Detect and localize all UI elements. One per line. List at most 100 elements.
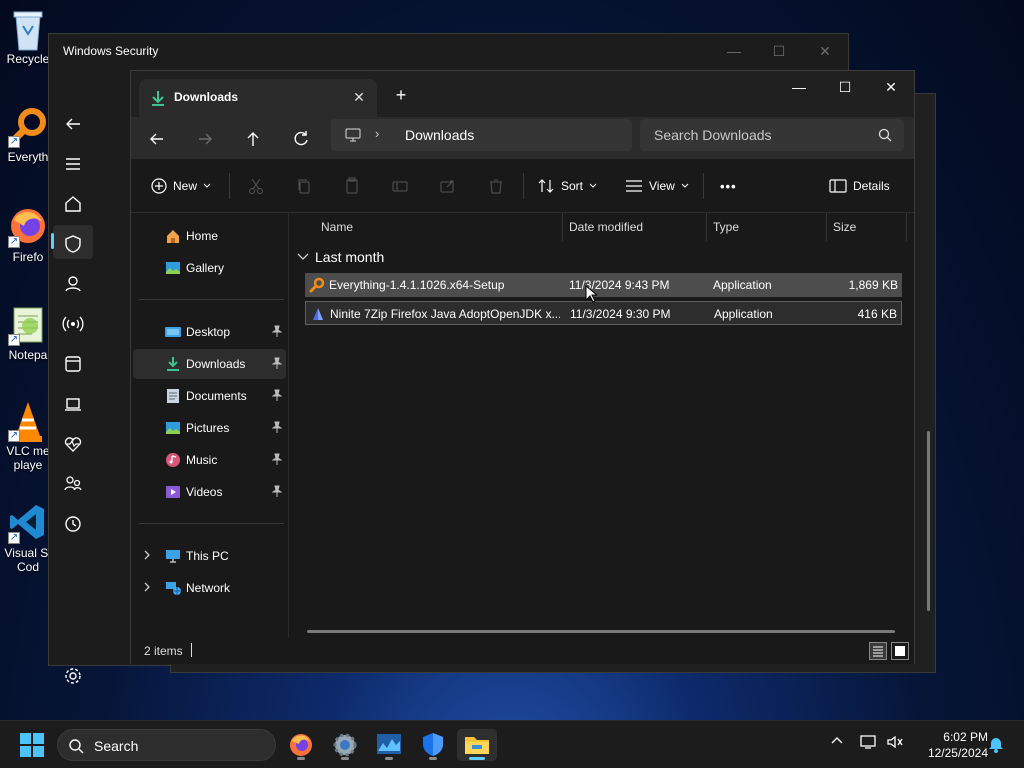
search-box[interactable] bbox=[640, 119, 904, 151]
new-tab-button[interactable]: + bbox=[389, 85, 413, 107]
device-health-icon[interactable] bbox=[61, 432, 85, 456]
network-status-button[interactable] bbox=[860, 734, 878, 750]
nav-item-network[interactable]: Network bbox=[133, 573, 286, 603]
pin-icon[interactable] bbox=[272, 357, 282, 369]
up-button[interactable] bbox=[239, 126, 267, 152]
group-header[interactable]: Last month bbox=[297, 249, 384, 265]
pin-icon[interactable] bbox=[272, 453, 282, 465]
file-date: 11/3/2024 9:30 PM bbox=[570, 307, 671, 321]
chevron-right-icon[interactable] bbox=[143, 581, 153, 593]
nav-item-this-pc[interactable]: This PC bbox=[133, 541, 286, 571]
notifications-button[interactable] bbox=[988, 735, 1004, 753]
nav-item-documents[interactable]: Documents bbox=[133, 381, 286, 411]
taskbar-resource-monitor[interactable] bbox=[369, 729, 409, 761]
pin-icon[interactable] bbox=[272, 325, 282, 337]
volume-muted-icon bbox=[887, 735, 903, 749]
protection-history-icon[interactable] bbox=[61, 512, 85, 536]
nav-item-pictures[interactable]: Pictures bbox=[133, 413, 286, 443]
paste-button[interactable] bbox=[343, 174, 361, 198]
column-header-date[interactable]: Date modified bbox=[563, 213, 707, 241]
downloads-folder-icon bbox=[165, 356, 181, 372]
nav-item-gallery[interactable]: Gallery bbox=[133, 253, 286, 283]
pin-icon[interactable] bbox=[272, 421, 282, 433]
pin-icon[interactable] bbox=[272, 389, 282, 401]
file-name: Ninite 7Zip Firefox Java AdoptOpenJDK x.… bbox=[330, 307, 560, 321]
rename-button[interactable] bbox=[391, 174, 409, 198]
horizontal-scrollbar[interactable] bbox=[307, 630, 895, 633]
column-header-size[interactable]: Size bbox=[827, 213, 907, 241]
running-indicator bbox=[469, 757, 485, 760]
account-icon[interactable] bbox=[61, 272, 85, 296]
nav-item-music[interactable]: Music bbox=[133, 445, 286, 475]
clock[interactable]: 6:02 PM 12/25/2024 bbox=[918, 729, 988, 761]
copy-icon bbox=[298, 179, 310, 194]
new-button-label: New bbox=[173, 179, 198, 193]
chevron-down-icon bbox=[681, 183, 689, 188]
back-arrow-icon[interactable] bbox=[61, 112, 85, 136]
nav-item-home[interactable]: Home bbox=[133, 221, 286, 251]
maximize-button[interactable]: ☐ bbox=[756, 40, 802, 62]
videos-folder-icon bbox=[165, 484, 181, 500]
tiles-view-toggle[interactable] bbox=[891, 642, 909, 660]
back-button[interactable] bbox=[143, 126, 171, 152]
nav-item-downloads[interactable]: Downloads bbox=[133, 349, 286, 379]
taskbar-file-explorer[interactable] bbox=[457, 729, 497, 761]
chevron-right-icon[interactable] bbox=[143, 549, 153, 561]
shield-icon[interactable] bbox=[61, 232, 85, 256]
maximize-button[interactable]: ☐ bbox=[822, 71, 868, 103]
new-button[interactable]: New bbox=[151, 174, 211, 198]
table-row[interactable]: Ninite 7Zip Firefox Java AdoptOpenJDK x.… bbox=[305, 301, 902, 325]
close-button[interactable]: ✕ bbox=[802, 40, 848, 62]
tiles-view-icon bbox=[895, 646, 905, 656]
monitor-icon bbox=[345, 128, 361, 142]
nav-item-desktop[interactable]: Desktop bbox=[133, 317, 286, 347]
column-header-type[interactable]: Type bbox=[707, 213, 827, 241]
file-explorer-window[interactable]: Downloads ✕ + — ☐ ✕ › Downloads Search D… bbox=[130, 70, 930, 664]
refresh-button[interactable] bbox=[287, 126, 315, 152]
column-header-name[interactable]: Name bbox=[315, 213, 563, 241]
forward-button[interactable] bbox=[191, 126, 219, 152]
details-button-label: Details bbox=[853, 179, 890, 193]
firewall-network-icon[interactable] bbox=[61, 312, 85, 336]
taskbar-firefox[interactable] bbox=[281, 729, 321, 761]
sort-button[interactable]: Sort bbox=[537, 174, 597, 198]
details-pane-button[interactable]: Details bbox=[829, 174, 890, 198]
tab-bar: Downloads ✕ + — ☐ ✕ bbox=[131, 71, 914, 117]
taskbar-settings[interactable] bbox=[325, 729, 365, 761]
minimize-button[interactable]: — bbox=[711, 40, 757, 62]
mouse-cursor bbox=[585, 285, 597, 303]
taskbar-windows-security[interactable] bbox=[413, 729, 453, 761]
share-button[interactable] bbox=[439, 174, 457, 198]
volume-button[interactable] bbox=[886, 734, 904, 750]
details-view-toggle[interactable] bbox=[869, 642, 887, 660]
home-icon[interactable] bbox=[61, 192, 85, 216]
chevron-down-icon bbox=[589, 183, 597, 188]
hamburger-menu-icon[interactable] bbox=[61, 152, 85, 176]
copy-button[interactable] bbox=[295, 174, 313, 198]
breadcrumb-separator[interactable]: › bbox=[375, 126, 379, 141]
view-button[interactable]: View bbox=[625, 174, 689, 198]
show-hidden-icons-button[interactable] bbox=[830, 735, 844, 745]
search-input[interactable] bbox=[640, 119, 870, 151]
cut-button[interactable] bbox=[247, 174, 265, 198]
nav-item-videos[interactable]: Videos bbox=[133, 477, 286, 507]
delete-button[interactable] bbox=[487, 174, 505, 198]
breadcrumb[interactable]: › Downloads bbox=[331, 119, 632, 151]
settings-gear-icon[interactable] bbox=[61, 664, 85, 688]
chevron-down-icon bbox=[203, 183, 211, 188]
tab-downloads[interactable]: Downloads ✕ bbox=[139, 79, 377, 117]
pin-icon[interactable] bbox=[272, 485, 282, 497]
taskbar-search[interactable]: Search bbox=[57, 729, 276, 761]
more-options-button[interactable]: ••• bbox=[720, 174, 737, 198]
breadcrumb-location[interactable]: Downloads bbox=[405, 127, 474, 143]
close-button[interactable]: ✕ bbox=[868, 71, 914, 103]
start-button[interactable] bbox=[12, 729, 52, 761]
vertical-scrollbar[interactable] bbox=[927, 431, 930, 611]
device-security-icon[interactable] bbox=[61, 392, 85, 416]
table-row[interactable]: Everything-1.4.1.1026.x64-Setup 11/3/202… bbox=[305, 273, 902, 297]
family-options-icon[interactable] bbox=[61, 472, 85, 496]
minimize-button[interactable]: — bbox=[776, 71, 822, 103]
tab-close-button[interactable]: ✕ bbox=[349, 87, 369, 107]
desktop-folder-icon bbox=[165, 324, 181, 340]
app-browser-control-icon[interactable] bbox=[61, 352, 85, 376]
